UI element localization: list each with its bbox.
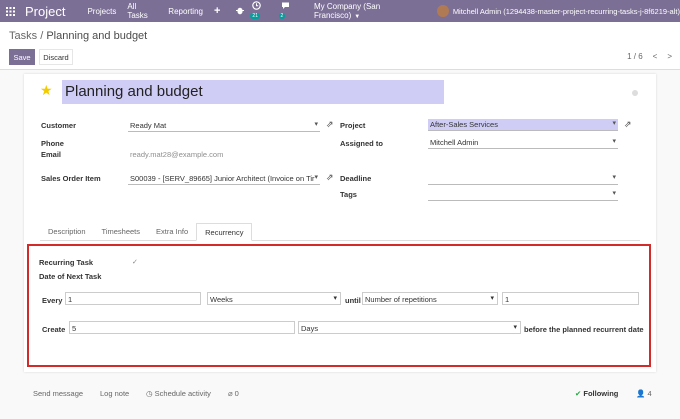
deadline-input[interactable] xyxy=(428,173,618,185)
create-label: Create xyxy=(42,325,66,334)
notebook-tabs: Description Timesheets Extra Info Recurr… xyxy=(40,223,640,241)
project-select[interactable]: After-Sales Services xyxy=(428,119,618,131)
until-label: until xyxy=(345,296,361,305)
deadline-label: Deadline xyxy=(340,174,372,183)
top-navbar: Project Projects All Tasks Reporting + 2… xyxy=(0,0,680,22)
tags-select[interactable] xyxy=(428,189,618,201)
schedule-activity-button[interactable]: ◷ Schedule activity xyxy=(146,389,211,398)
following-label: Following xyxy=(583,388,619,398)
assigned-to-select[interactable]: Mitchell Admin xyxy=(428,137,618,149)
repeat-unit-select[interactable]: Weeks xyxy=(207,292,341,305)
user-icon: 👤 xyxy=(636,388,648,398)
followers-button[interactable]: 👤 4 xyxy=(636,389,652,398)
project-label: Project xyxy=(340,121,366,130)
next-date-label: Date of Next Task xyxy=(39,272,102,281)
pager-prev-icon[interactable]: < xyxy=(653,52,658,61)
recurring-task-label: Recurring Task xyxy=(39,258,94,267)
phone-label: Phone xyxy=(41,139,64,148)
priority-star-icon[interactable]: ★ xyxy=(40,82,53,99)
schedule-activity-label: Schedule activity xyxy=(154,388,211,398)
repeat-type-select[interactable]: Number of repetitions xyxy=(362,292,498,305)
kanban-state-dot[interactable] xyxy=(632,90,638,96)
user-avatar[interactable] xyxy=(437,5,449,17)
menu-projects[interactable]: Projects xyxy=(87,7,116,16)
external-link-icon[interactable]: ⇗ xyxy=(326,172,334,183)
pager-value[interactable]: 1 / 6 xyxy=(627,52,643,61)
messages-count-badge: 2 xyxy=(278,12,286,19)
chatter-bar: Send message Log note ◷ Schedule activit… xyxy=(0,378,680,408)
sales-order-select[interactable]: S00039 - [SERV_89665] Junior Architect (… xyxy=(128,173,320,185)
tab-timesheets[interactable]: Timesheets xyxy=(94,223,149,241)
external-link-icon[interactable]: ⇗ xyxy=(326,119,334,130)
assigned-to-label: Assigned to xyxy=(340,139,383,148)
menu-all-tasks[interactable]: All Tasks xyxy=(127,2,157,20)
create-offset-unit-select[interactable]: Days xyxy=(298,321,521,334)
app-brand[interactable]: Project xyxy=(25,4,65,19)
email-label: Email xyxy=(41,150,62,159)
breadcrumb-separator: / xyxy=(40,30,44,42)
discard-button[interactable]: Discard xyxy=(39,49,73,65)
form-sheet: ★ Planning and budget Customer Ready Mat… xyxy=(24,74,656,372)
task-title-input[interactable]: Planning and budget xyxy=(62,80,444,104)
tab-recurrency[interactable]: Recurrency xyxy=(196,223,253,241)
messages-icon[interactable]: 2 xyxy=(278,1,298,22)
control-panel: Tasks / Planning and budget Save Discard… xyxy=(0,22,680,70)
sales-order-label: Sales Order Item xyxy=(41,174,101,183)
breadcrumb: Tasks / Planning and budget xyxy=(9,30,147,42)
breadcrumb-tasks[interactable]: Tasks xyxy=(9,30,37,42)
tab-description[interactable]: Description xyxy=(40,223,94,241)
quick-create-button[interactable]: + xyxy=(214,5,220,17)
attachments-count: 0 xyxy=(234,388,239,398)
activity-clock-icon[interactable]: 21 xyxy=(250,0,272,22)
tags-label: Tags xyxy=(340,190,357,199)
menu-reporting[interactable]: Reporting xyxy=(168,7,203,16)
save-button[interactable]: Save xyxy=(9,49,35,65)
clock-icon: ◷ xyxy=(146,388,155,398)
pager: 1 / 6 < > xyxy=(627,52,672,61)
attachments-button[interactable]: ⌀ 0 xyxy=(228,389,239,398)
recurring-task-checkbox[interactable]: ✓ xyxy=(132,258,138,266)
send-message-button[interactable]: Send message xyxy=(33,389,83,398)
company-name: My Company (San Francisco) xyxy=(313,2,381,20)
before-recurrent-date-label: before the planned recurrent date xyxy=(524,325,644,334)
create-offset-input[interactable]: 5 xyxy=(69,321,295,334)
breadcrumb-current: Planning and budget xyxy=(46,30,148,42)
bug-icon[interactable] xyxy=(236,6,245,17)
repeat-interval-input[interactable]: 1 xyxy=(65,292,201,305)
log-note-button[interactable]: Log note xyxy=(100,389,129,398)
following-button[interactable]: ✔ Following xyxy=(575,389,618,398)
activity-count-badge: 21 xyxy=(250,12,260,19)
customer-select[interactable]: Ready Mat xyxy=(128,120,320,132)
external-link-icon[interactable]: ⇗ xyxy=(624,119,632,130)
apps-grid-icon[interactable] xyxy=(0,0,21,22)
email-value[interactable]: ready.mat28@example.com xyxy=(130,150,223,159)
chevron-down-icon: ▼ xyxy=(354,14,361,20)
paperclip-icon: ⌀ xyxy=(228,388,235,398)
pager-next-icon[interactable]: > xyxy=(667,52,672,61)
customer-label: Customer xyxy=(41,121,77,130)
company-switcher[interactable]: My Company (San Francisco) ▼ xyxy=(314,2,423,20)
repetitions-input[interactable]: 1 xyxy=(502,292,639,305)
recurrence-panel: Recurring Task ✓ Date of Next Task Every… xyxy=(27,244,651,367)
followers-count: 4 xyxy=(647,388,652,398)
tab-extra-info[interactable]: Extra Info xyxy=(148,223,196,241)
every-label: Every xyxy=(42,296,63,305)
user-menu[interactable]: Mitchell Admin (1294438-master-project-r… xyxy=(453,7,680,16)
